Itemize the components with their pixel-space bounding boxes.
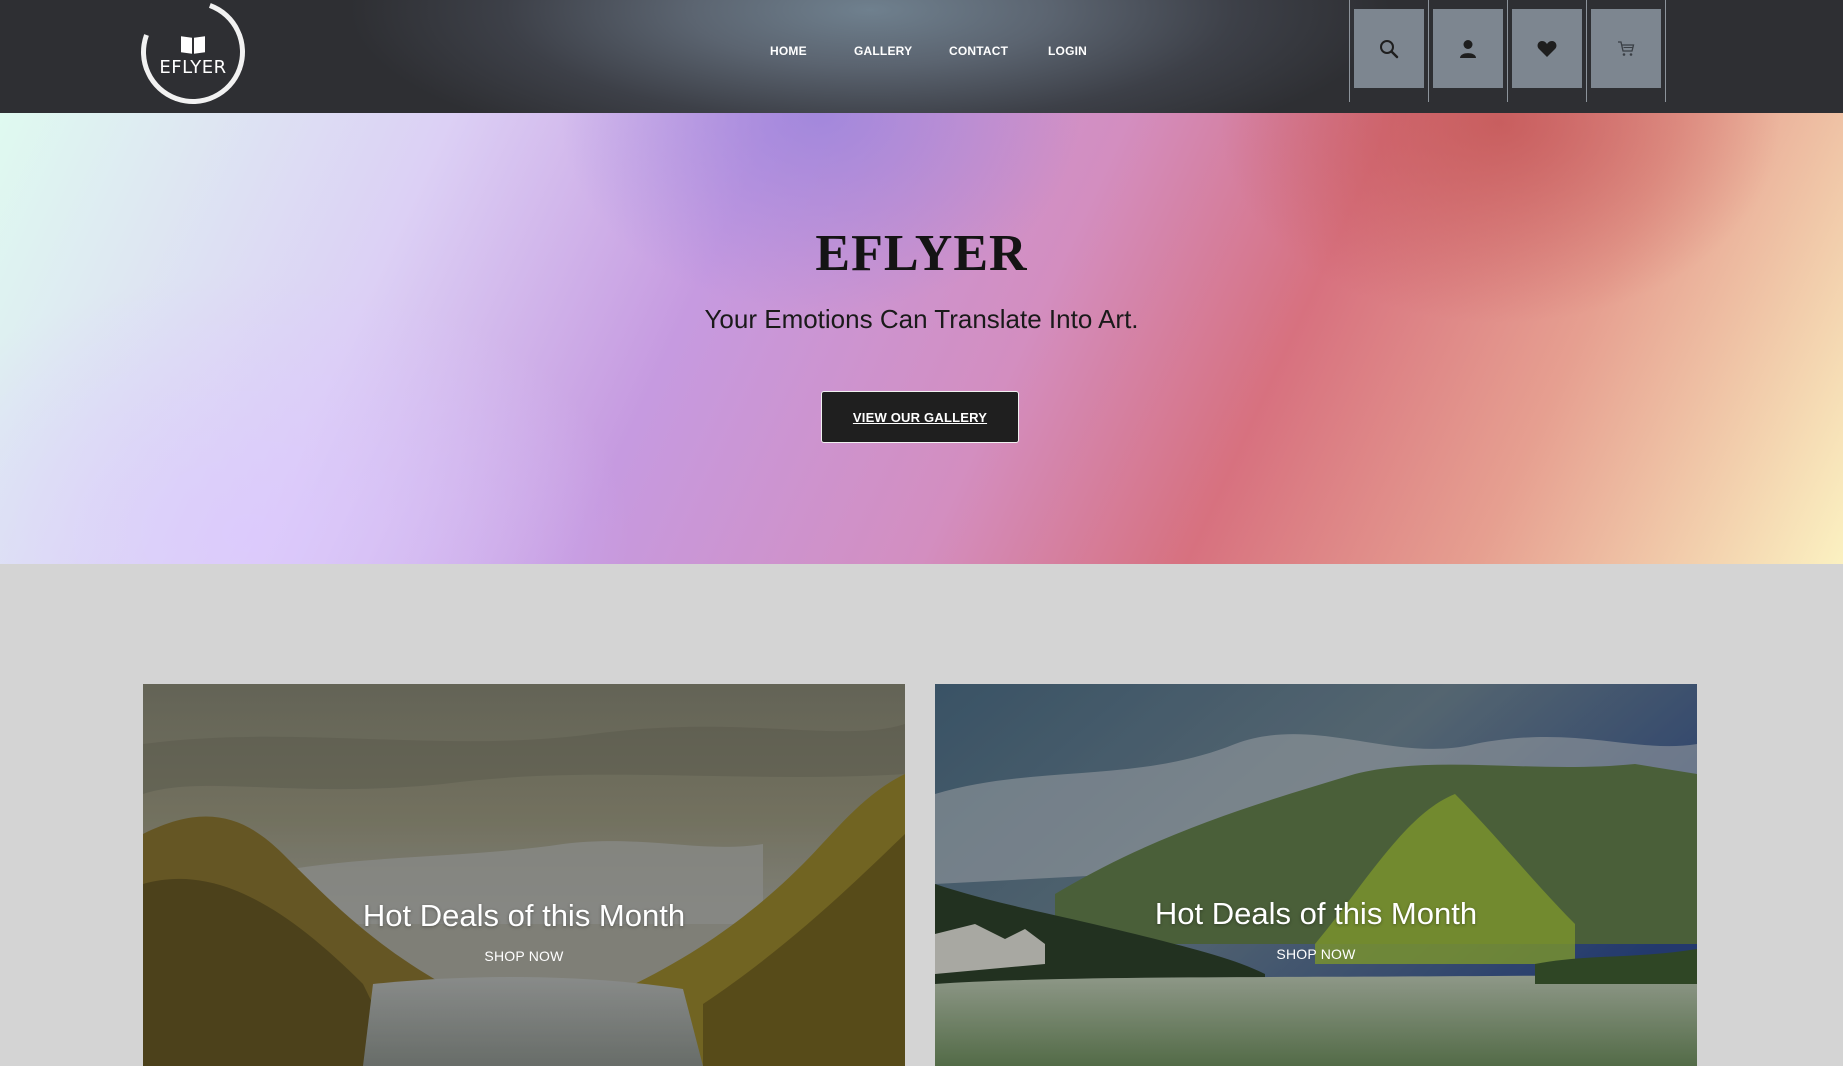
wishlist-button[interactable] (1512, 9, 1582, 88)
account-button[interactable] (1433, 9, 1503, 88)
heart-icon (1537, 40, 1557, 57)
nav-gallery[interactable]: GALLERY (854, 44, 912, 58)
search-icon (1380, 39, 1399, 58)
logo[interactable]: EFLYER (141, 0, 245, 104)
deal-card[interactable]: Hot Deals of this Month SHOP NOW (143, 684, 905, 1066)
hero-gradient-overlay (0, 113, 1843, 564)
card-title: Hot Deals of this Month (362, 898, 686, 933)
hero-banner: EFLYER Your Emotions Can Translate Into … (0, 113, 1843, 564)
nav-home[interactable]: HOME (770, 44, 807, 58)
shop-now-link[interactable]: SHOP NOW (143, 948, 905, 964)
site-header: EFLYER HOME GALLERY CONTACT LOGIN (0, 0, 1843, 122)
header-icon-group (1349, 0, 1666, 102)
book-icon (180, 37, 206, 55)
logo-text: EFLYER (159, 56, 227, 78)
deal-card[interactable]: Hot Deals of this Month SHOP NOW (935, 684, 1697, 1066)
shop-now-link[interactable]: SHOP NOW (935, 946, 1697, 962)
landscape-painting-image (143, 684, 905, 1066)
nav-contact[interactable]: CONTACT (949, 44, 1008, 58)
search-button[interactable] (1354, 9, 1424, 88)
hero-subtitle: Your Emotions Can Translate Into Art. (704, 304, 1139, 334)
cart-button[interactable] (1591, 9, 1661, 88)
icon-cell-user (1429, 0, 1508, 102)
nav-login[interactable]: LOGIN (1048, 44, 1087, 58)
view-gallery-button[interactable]: VIEW OUR GALLERY (821, 391, 1019, 443)
icon-cell-heart (1508, 0, 1587, 102)
icon-cell-cart (1587, 0, 1666, 102)
icon-cell-search (1350, 0, 1429, 102)
cart-icon (1618, 40, 1635, 56)
user-icon (1460, 39, 1476, 58)
card-title: Hot Deals of this Month (1154, 896, 1478, 931)
hero-title: EFLYER (815, 225, 1028, 282)
lake-painting-image (935, 684, 1697, 1066)
